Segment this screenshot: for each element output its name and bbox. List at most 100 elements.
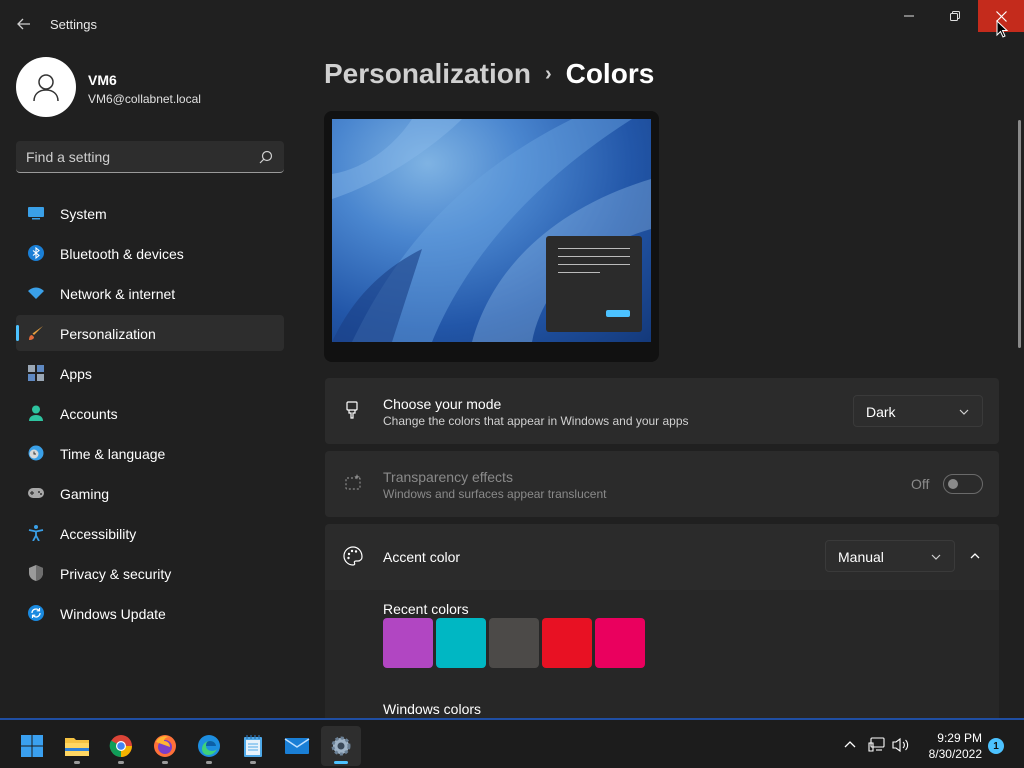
minimize-button[interactable]: [886, 0, 932, 32]
tray-network-button[interactable]: [868, 736, 886, 754]
sidebar-item-accounts[interactable]: Accounts: [16, 395, 284, 431]
sidebar-item-label: Personalization: [60, 326, 156, 342]
sidebar-item-apps[interactable]: Apps: [16, 355, 284, 391]
shield-icon: [29, 565, 43, 581]
sidebar-item-label: System: [60, 206, 107, 222]
sidebar-item-label: Windows Update: [60, 606, 166, 622]
restore-icon: [950, 11, 960, 21]
search-box: [16, 141, 284, 173]
edge-icon: [198, 735, 220, 757]
scrollbar[interactable]: [1018, 120, 1021, 348]
chrome-icon: [109, 735, 132, 757]
clock-globe-icon: [28, 445, 44, 461]
windows-colors-label: Windows colors: [383, 701, 482, 717]
tray-volume-button[interactable]: [892, 736, 910, 754]
sidebar-item-privacy-security[interactable]: Privacy & security: [16, 555, 284, 591]
bluetooth-icon: [28, 245, 44, 261]
back-button[interactable]: [12, 10, 36, 38]
volume-icon: [892, 737, 909, 753]
notification-badge[interactable]: 1: [988, 738, 1004, 754]
profile-name: VM6: [88, 72, 117, 88]
sidebar-nav: System Bluetooth & devices Network & int…: [16, 195, 284, 635]
profile-email: VM6@collabnet.local: [88, 92, 201, 106]
taskbar-file-explorer[interactable]: [57, 726, 97, 766]
running-indicator: [250, 761, 256, 764]
person-icon: [29, 405, 43, 421]
chevron-down-icon: [959, 409, 969, 415]
minimize-icon: [904, 15, 914, 17]
taskbar: 9:29 PM 8/30/2022 1: [0, 718, 1024, 768]
paintbrush-icon: [29, 326, 43, 340]
sidebar-item-label: Network & internet: [60, 286, 176, 302]
sidebar-item-accessibility[interactable]: Accessibility: [16, 515, 284, 551]
sidebar-item-label: Privacy & security: [60, 566, 172, 582]
accent-card[interactable]: Accent color Manual: [325, 524, 999, 590]
transparency-state-label: Off: [911, 476, 930, 492]
sidebar-item-label: Time & language: [60, 446, 166, 462]
mode-card: Choose your mode Change the colors that …: [325, 378, 999, 444]
accent-dropdown[interactable]: Manual: [825, 540, 955, 572]
restore-button[interactable]: [932, 0, 978, 32]
breadcrumb: Personalization › Colors: [324, 58, 654, 90]
taskbar-clock[interactable]: 9:29 PM 8/30/2022: [914, 730, 982, 762]
accent-dropdown-value: Manual: [838, 549, 884, 565]
transparency-toggle[interactable]: [943, 474, 983, 494]
mode-title: Choose your mode: [383, 396, 502, 412]
preview-line: [558, 256, 630, 257]
accessibility-icon: [28, 525, 44, 541]
monitor-icon: [28, 207, 44, 220]
avatar: [16, 57, 76, 117]
paint-bucket-icon: [346, 401, 358, 419]
sidebar-item-label: Apps: [60, 366, 92, 382]
search-icon[interactable]: [258, 149, 274, 165]
color-swatch[interactable]: [595, 618, 645, 668]
page-title: Colors: [565, 58, 655, 89]
chevron-down-icon: [931, 554, 941, 560]
recent-colors-swatches: [383, 618, 645, 668]
running-indicator: [74, 761, 80, 764]
sidebar-item-gaming[interactable]: Gaming: [16, 475, 284, 511]
sidebar-item-windows-update[interactable]: Windows Update: [16, 595, 284, 631]
start-icon: [21, 735, 43, 757]
sidebar-item-bluetooth[interactable]: Bluetooth & devices: [16, 235, 284, 271]
gamepad-icon: [28, 488, 44, 498]
sidebar-item-network[interactable]: Network & internet: [16, 275, 284, 311]
preview-wallpaper: [332, 119, 651, 342]
sidebar-item-system[interactable]: System: [16, 195, 284, 231]
preview-line: [558, 264, 630, 265]
color-swatch[interactable]: [383, 618, 433, 668]
breadcrumb-separator: ›: [544, 63, 552, 85]
update-icon: [28, 605, 44, 621]
firefox-icon: [154, 735, 176, 757]
preview-line: [558, 248, 630, 249]
sidebar-item-personalization[interactable]: Personalization: [16, 315, 284, 351]
mode-subtitle: Change the colors that appear in Windows…: [383, 414, 689, 428]
sidebar-item-time-language[interactable]: Time & language: [16, 435, 284, 471]
mode-dropdown[interactable]: Dark: [853, 395, 983, 427]
taskbar-firefox[interactable]: [145, 726, 185, 766]
taskbar-settings[interactable]: [321, 726, 361, 766]
back-arrow-icon: [17, 18, 30, 30]
taskbar-start-button[interactable]: [12, 726, 52, 766]
search-input[interactable]: [26, 147, 246, 167]
color-swatch[interactable]: [542, 618, 592, 668]
sidebar-item-label: Gaming: [60, 486, 110, 502]
chevron-up-icon: [970, 553, 980, 559]
transparency-icon: [345, 474, 361, 490]
user-avatar-icon: [33, 74, 59, 102]
taskbar-edge[interactable]: [189, 726, 229, 766]
transparency-title: Transparency effects: [383, 469, 513, 485]
color-swatch[interactable]: [489, 618, 539, 668]
color-swatch[interactable]: [436, 618, 486, 668]
palette-icon: [343, 546, 363, 566]
running-indicator: [334, 761, 348, 764]
accent-collapse-button[interactable]: [959, 540, 991, 572]
tray-overflow-button[interactable]: [841, 736, 859, 754]
breadcrumb-parent[interactable]: Personalization: [324, 58, 531, 89]
clock-time: 9:29 PM: [937, 731, 982, 745]
sidebar-item-label: Accounts: [60, 406, 118, 422]
taskbar-notepad[interactable]: [233, 726, 273, 766]
settings-gear-icon: [331, 736, 351, 756]
taskbar-chrome[interactable]: [101, 726, 141, 766]
taskbar-mail[interactable]: [277, 726, 317, 766]
